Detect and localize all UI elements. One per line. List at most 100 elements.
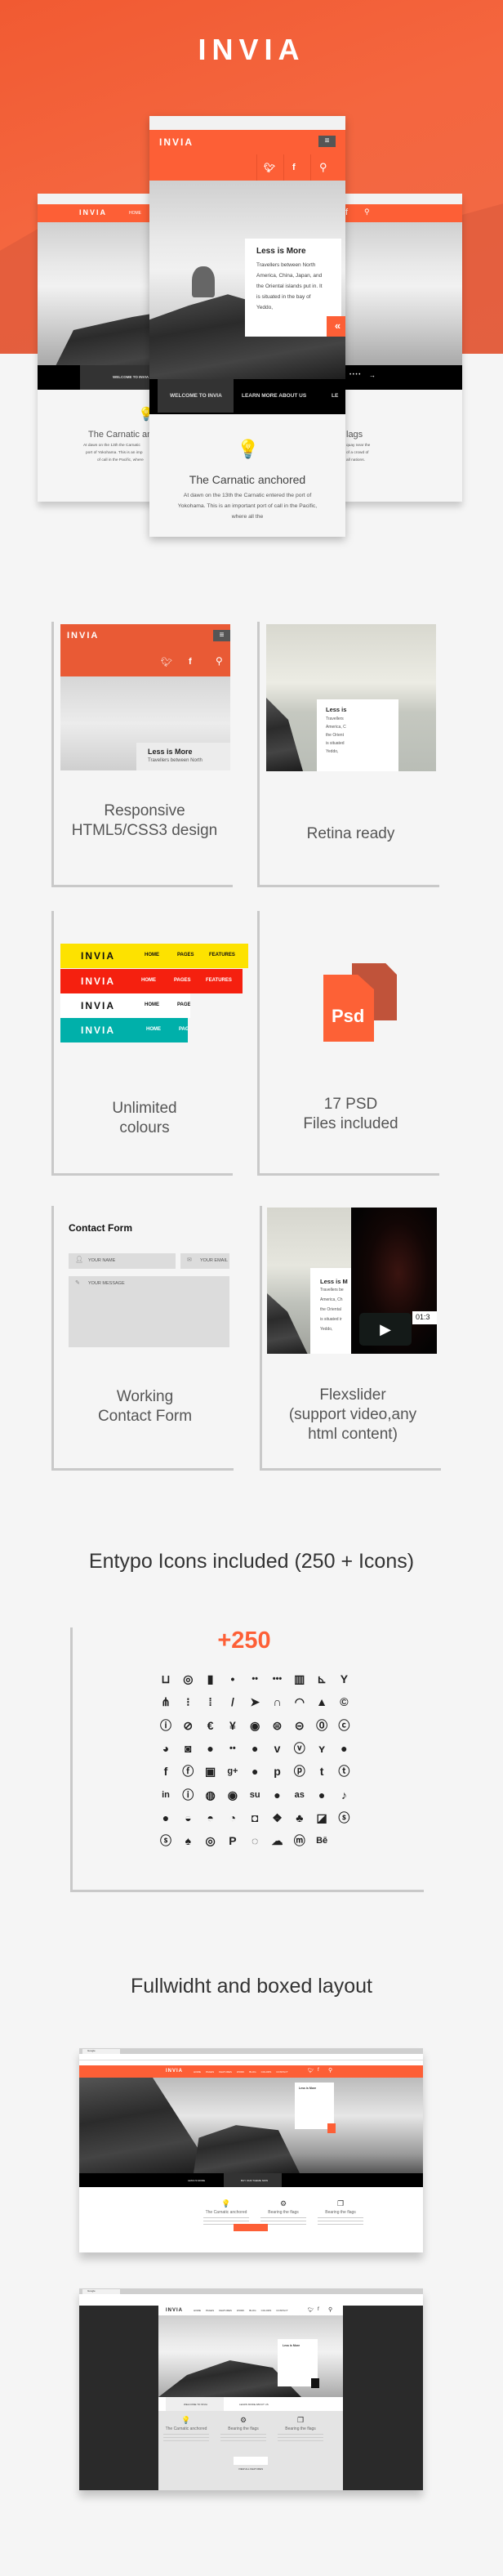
form-title: Contact Form [69,1222,132,1234]
nav-item[interactable]: FEATURES [209,953,235,958]
twitter-icon[interactable]: 🐦︎ [264,163,275,173]
flow-tree-icon: ⋔ [161,1695,171,1709]
lifebuoy-icon: ◎ [183,1672,194,1685]
address-bar[interactable] [79,2294,423,2306]
facebook-icon[interactable]: f [318,2068,319,2073]
nav-item[interactable]: HOME [146,1027,161,1032]
icon-count: +250 [217,1627,271,1654]
twitter-icon[interactable]: 🐦︎ [308,2307,314,2313]
logo: INVIA [81,1025,116,1036]
nav-item[interactable]: PAGES [206,2070,214,2074]
suitcase-icon: ▥ [294,1672,305,1685]
view-all-features-button[interactable]: VIEW ALL FEATURES [234,2224,268,2237]
email-field[interactable]: ✉ YOUR EMAIL [180,1253,229,1269]
nav-item[interactable]: BLOG [249,2070,256,2074]
name-field[interactable]: 👤︎ YOUR NAME [69,1253,176,1269]
lightbulb-icon: 💡 [221,2199,231,2208]
twitter-icon: ʏ [318,1741,326,1755]
arrow-right-icon[interactable]: → [369,372,376,379]
nav-item[interactable]: COLORS [261,2070,272,2074]
feature-label: Working Contact Form [97,1388,193,1425]
nav-item[interactable]: CONTACT [276,2070,287,2074]
facebook-icon[interactable]: f [345,208,348,217]
nav-item[interactable]: HOME [145,953,159,958]
pinterest-icon: p [274,1765,281,1779]
nav-item[interactable]: FEATURES [219,2309,232,2312]
slide-nav-item[interactable]: WELCOME TO INVIA [113,375,149,379]
cc-nc-jp-icon: ¥ [229,1718,236,1732]
sina-weibo-icon: ◎ [205,1834,216,1848]
lastfm-circled-icon: ● [318,1788,326,1801]
cc-share-icon: ⓒ [338,1718,350,1732]
reply-all-icon[interactable]: « [327,316,345,337]
colour-bar: INVIA HOME PAGES FEATURES [60,969,243,993]
nav-home[interactable]: HOME [129,211,141,216]
message-field[interactable]: ✎ YOUR MESSAGE [69,1276,229,1347]
search-icon[interactable]: ⚲ [216,655,223,667]
nav-item[interactable]: CONTACT [276,2309,287,2312]
nav-item[interactable]: HOME [141,978,156,983]
video-player[interactable]: ▶ 01:3 [351,1208,437,1354]
nav-item[interactable]: PAGES [206,2309,214,2312]
nav-item[interactable]: HOME [194,2070,201,2074]
linkedin-icon: in [162,1789,170,1800]
slider-dots[interactable]: • • • • [349,373,360,377]
mixi-icon: ⓜ [293,1834,305,1848]
nav-item[interactable]: PAGES [177,953,194,958]
twitter-icon[interactable]: 🐦︎ [161,657,172,667]
nav-item[interactable]: PAGE [177,1002,190,1007]
mouse-icon: ▮ [207,1672,214,1685]
vimeo-icon: v [274,1741,281,1755]
nav-item[interactable]: PAGES [174,978,191,983]
chat-icon: ❐ [336,2199,345,2208]
slide-caption: Less is M Travellers be America, Ch the Or… [310,1268,351,1354]
search-icon[interactable]: ⚲ [328,2067,332,2074]
address-bar[interactable] [79,2054,423,2060]
brush-icon: / [230,1695,234,1709]
nav-item[interactable]: HOME [145,1002,159,1007]
cc-sa-icon: ◉ [250,1718,260,1732]
nav-item[interactable]: PAG [179,1027,188,1032]
nav-item[interactable]: BLOG [249,2309,256,2312]
facebook-icon[interactable]: f [318,2307,319,2312]
logo: INVIA [81,1000,116,1011]
hamburger-icon[interactable]: ≡ [318,136,336,147]
nav-item[interactable]: WORK [237,2309,244,2312]
search-icon[interactable]: ⚲ [328,2306,332,2313]
stumbleupon-circled-icon: ● [274,1788,281,1801]
spotify-circled-icon: ◓ [207,1810,214,1824]
search-icon[interactable]: ⚲ [319,161,327,174]
nav-item[interactable]: WORK [237,2070,244,2074]
feature-title: Bearing the flags [285,2426,316,2431]
nav-item[interactable]: COLORS [261,2309,272,2312]
slide-nav-welcome[interactable]: WELCOME TO INVIA [170,393,222,399]
play-icon[interactable]: ▶ [359,1313,412,1346]
cc-icon: © [340,1695,349,1709]
feature-label: Retina ready [306,825,395,842]
view-all-features-button[interactable]: VIEW ALL FEATURES [234,2457,268,2471]
icons-section-title: Entypo Icons included (250 + Icons) [88,1550,415,1573]
hamburger-icon[interactable]: ≡ [213,630,230,641]
facebook-icon[interactable]: f [292,163,296,172]
flow-cascade-icon: ⊾ [317,1672,327,1685]
cc-remix-icon: ◕ [162,1741,170,1755]
cc-zero-icon: ⓪ [316,1718,328,1732]
search-icon[interactable]: ⚲ [364,208,370,217]
gplus-icon: g+ [227,1766,238,1777]
logo: INVIA [79,208,108,217]
twitter-icon[interactable]: 🐦︎ [308,2068,314,2074]
slide-nav-more[interactable]: LE [332,393,338,399]
nav-item[interactable]: HOME [194,2309,201,2312]
slide-caption: Less is Travellers America, Cthe Orient is… [317,699,398,771]
feature-card-psd: Psd 17 PSD Files included [257,911,439,1176]
spotify-icon: ◒ [185,1810,192,1824]
feature-column: ⚙ Bearing the flags [215,2416,272,2444]
slide-nav-learn[interactable]: LEARN MORE ABOUT US [242,393,306,399]
feature-column: 💡 The Carnatic anchored [158,2416,215,2444]
chat-icon: ❐ [296,2416,305,2424]
nav-item[interactable]: FEATURES [219,2070,232,2074]
facebook-icon[interactable]: f [189,657,192,667]
pencil-icon: ✎ [75,1280,80,1286]
nav-item[interactable]: FEATURES [206,978,232,983]
cc-pd-icon: ⊝ [294,1718,305,1732]
